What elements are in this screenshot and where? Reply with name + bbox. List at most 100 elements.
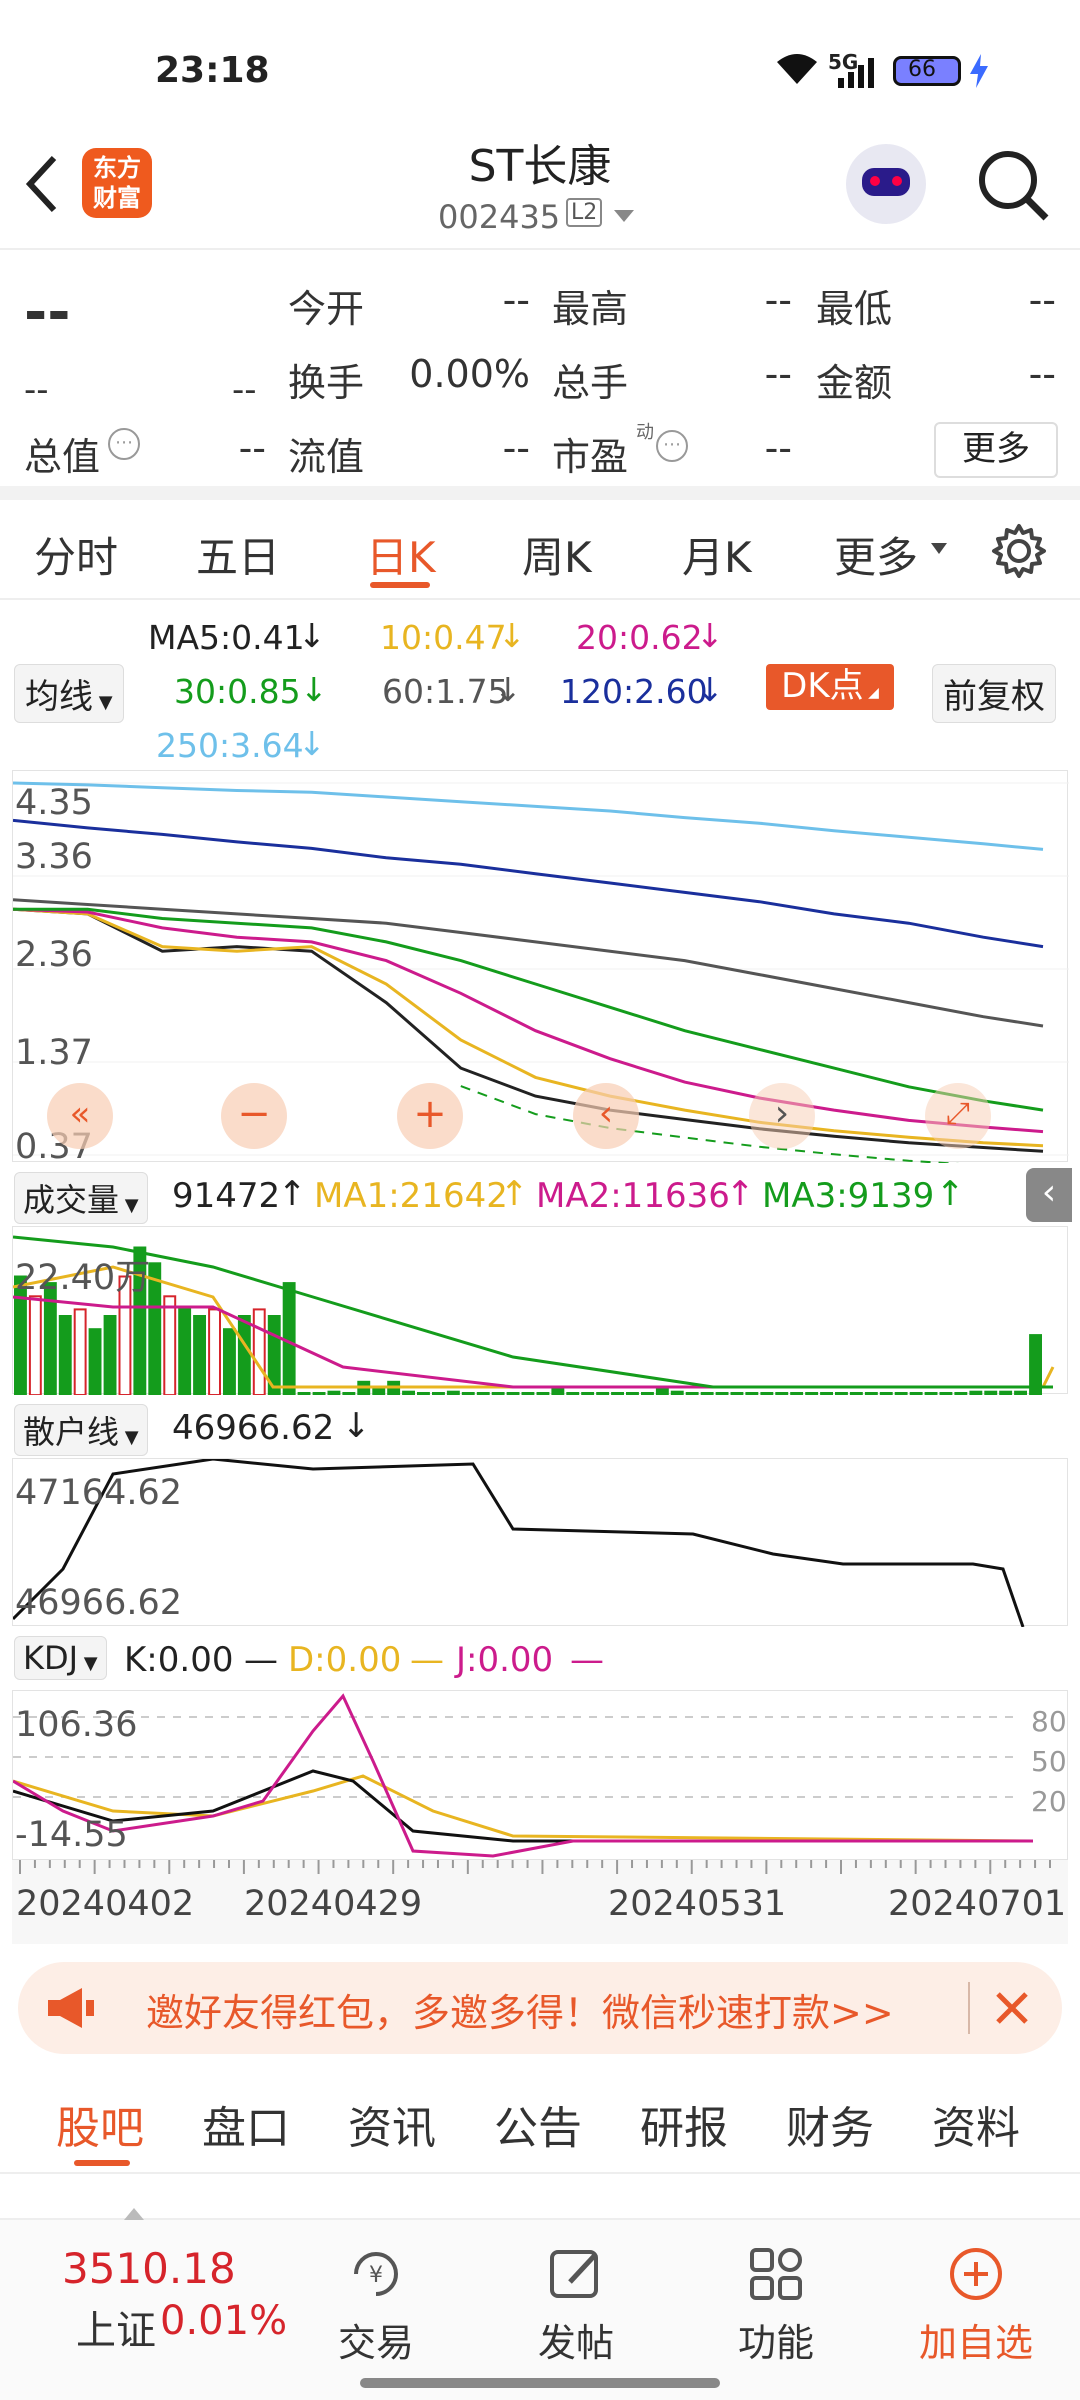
info-icon[interactable]: ⋯ bbox=[108, 428, 140, 460]
current-price: -- bbox=[24, 280, 71, 345]
tab-daily-k[interactable]: 日K bbox=[366, 524, 436, 585]
trade-button[interactable]: ¥ 交易 bbox=[296, 2244, 456, 2367]
kdj-chart-svg bbox=[13, 1693, 1034, 1858]
add-watchlist-button[interactable]: 加自选 bbox=[896, 2244, 1056, 2367]
stock-header: 东方 财富 ST长康 002435 L2 bbox=[0, 130, 1080, 250]
volume-y-tick: 22.40万 bbox=[15, 1258, 151, 1298]
volume-bar bbox=[73, 1308, 87, 1395]
tab-profile[interactable]: 资料 bbox=[932, 2092, 1020, 2156]
volume-ma2: MA2:11636 bbox=[536, 1176, 730, 1216]
ma-line-ma20 bbox=[13, 907, 1044, 1134]
gear-icon[interactable] bbox=[990, 522, 1048, 580]
wifi-icon bbox=[777, 54, 817, 84]
dropdown-icon[interactable] bbox=[612, 208, 636, 224]
quote-label-total-value: 总值 bbox=[24, 435, 101, 479]
stock-code: 002435 bbox=[438, 198, 561, 236]
zoom-in-button[interactable]: + bbox=[397, 1083, 463, 1149]
back-icon[interactable] bbox=[22, 154, 62, 214]
content-tabs: 股吧 盘口 资讯 公告 研报 财务 资料 bbox=[0, 2070, 1080, 2174]
status-bar: 23:18 5G 66 bbox=[0, 0, 1080, 130]
volume-bar bbox=[999, 1390, 1013, 1395]
volume-value: 91472 bbox=[172, 1176, 281, 1216]
tab-research[interactable]: 研报 bbox=[640, 2092, 728, 2156]
volume-bar bbox=[551, 1387, 565, 1395]
tab-monthly-k[interactable]: 月K bbox=[682, 524, 752, 585]
kline-y-tick: 2.36 bbox=[15, 935, 93, 975]
x-tick-label: 20240701 bbox=[888, 1884, 1067, 1924]
robot-avatar[interactable] bbox=[846, 144, 926, 224]
volume-bar bbox=[611, 1392, 624, 1395]
ma-selector[interactable]: 均线 ▼ bbox=[14, 664, 124, 723]
volume-bar bbox=[193, 1315, 207, 1395]
more-button[interactable]: 更多 bbox=[934, 422, 1058, 478]
x-axis: 20240402 20240429 20240531 20240701 bbox=[12, 1860, 1068, 1944]
quote-value-turnover: 0.00% bbox=[409, 352, 530, 396]
post-button[interactable]: 发帖 bbox=[496, 2244, 656, 2367]
period-tabs: 分时 五日 日K 周K 月K 更多 bbox=[0, 500, 1080, 600]
tab-intraday[interactable]: 分时 bbox=[34, 524, 118, 585]
volume-bar bbox=[655, 1387, 669, 1395]
tab-announcements[interactable]: 公告 bbox=[494, 2092, 582, 2156]
fullscreen-icon[interactable]: ⤢ bbox=[925, 1083, 991, 1149]
scroll-left-fast-button[interactable]: « bbox=[47, 1083, 113, 1149]
volume-selector[interactable]: 成交量 ▼ bbox=[14, 1172, 148, 1224]
adjust-button[interactable]: 前复权 bbox=[932, 664, 1056, 723]
retail-down-arrow: ↓ bbox=[342, 1406, 371, 1446]
close-icon[interactable] bbox=[992, 1988, 1032, 2028]
quote-value-total-value: -- bbox=[238, 426, 266, 470]
volume-bar bbox=[1014, 1390, 1027, 1395]
ma60-down-arrow: ↓ bbox=[494, 670, 522, 709]
promo-banner[interactable]: 邀好友得红包，多邀多得！微信秒速打款>> bbox=[18, 1962, 1062, 2054]
kdj-selector[interactable]: KDJ ▼ bbox=[14, 1636, 107, 1680]
index-name[interactable]: 上证 bbox=[76, 2298, 156, 2356]
volume-bar bbox=[446, 1390, 460, 1395]
ma5-down-arrow: ↓ bbox=[298, 616, 326, 655]
trade-icon: ¥ bbox=[354, 2252, 398, 2296]
l2-badge[interactable]: L2 bbox=[566, 198, 603, 227]
volume-bar bbox=[581, 1392, 595, 1395]
scroll-right-button[interactable]: › bbox=[749, 1083, 815, 1149]
tab-news[interactable]: 资讯 bbox=[348, 2092, 436, 2156]
grid-icon bbox=[750, 2248, 802, 2300]
tab-pankou[interactable]: 盘口 bbox=[202, 2092, 290, 2156]
volume-bar bbox=[760, 1392, 774, 1395]
retail-selector[interactable]: 散户线 ▼ bbox=[14, 1404, 148, 1456]
promo-text: 邀好友得红包，多邀多得！微信秒速打款>> bbox=[146, 1991, 894, 2035]
index-change[interactable]: 0.01% bbox=[160, 2298, 287, 2344]
ma120-legend: 120:2.60 bbox=[560, 672, 708, 711]
quote-label-float-value: 流值 bbox=[288, 435, 365, 479]
active-tab-indicator bbox=[370, 582, 430, 588]
zoom-out-button[interactable]: − bbox=[221, 1083, 287, 1149]
retail-chart[interactable]: 47164.62 46966.62 bbox=[12, 1458, 1068, 1627]
tab-guba[interactable]: 股吧 bbox=[56, 2092, 144, 2156]
search-icon[interactable] bbox=[976, 148, 1050, 222]
tab-weekly-k[interactable]: 周K bbox=[522, 524, 592, 585]
volume-bar bbox=[148, 1262, 162, 1395]
kdj-k: K:0.00 bbox=[124, 1640, 234, 1680]
volume-bar bbox=[984, 1390, 998, 1395]
scroll-left-button[interactable]: ‹ bbox=[573, 1083, 639, 1149]
kdj-chart[interactable]: 106.36 -14.55 80 50 20 bbox=[12, 1690, 1068, 1860]
ma5-legend: MA5:0.41 bbox=[148, 618, 305, 657]
kdj-y-tick: -14.55 bbox=[15, 1815, 128, 1855]
app-logo[interactable]: 东方 财富 bbox=[82, 148, 152, 218]
x-tick-label: 20240402 bbox=[16, 1884, 195, 1924]
volume-chart[interactable]: 22.40万 bbox=[12, 1226, 1068, 1395]
dk-point-button[interactable]: DK点 ◢ bbox=[766, 664, 894, 710]
tab-more[interactable]: 更多 bbox=[834, 524, 918, 585]
tab-five-day[interactable]: 五日 bbox=[196, 524, 280, 585]
kline-chart[interactable]: 4.35 3.36 2.36 1.37 0.37 « − + ‹ › ⤢ bbox=[12, 770, 1069, 1167]
side-panel-toggle-icon[interactable]: ‹ bbox=[1026, 1168, 1072, 1222]
page-title: ST长康 bbox=[468, 141, 612, 192]
quote-value-low: -- bbox=[1028, 278, 1056, 322]
functions-button[interactable]: 功能 bbox=[696, 2244, 856, 2367]
volume-bar bbox=[237, 1315, 251, 1395]
volume-bar bbox=[327, 1390, 341, 1395]
kdj-right-tick: 50 bbox=[1031, 1745, 1067, 1778]
tab-finance[interactable]: 财务 bbox=[786, 2092, 874, 2156]
x-axis-ticks bbox=[19, 1860, 1051, 1874]
quote-value-high: -- bbox=[764, 278, 792, 322]
index-value[interactable]: 3510.18 bbox=[62, 2244, 236, 2293]
volume-bar bbox=[402, 1390, 416, 1395]
info-icon[interactable]: ⋯ bbox=[656, 430, 688, 462]
